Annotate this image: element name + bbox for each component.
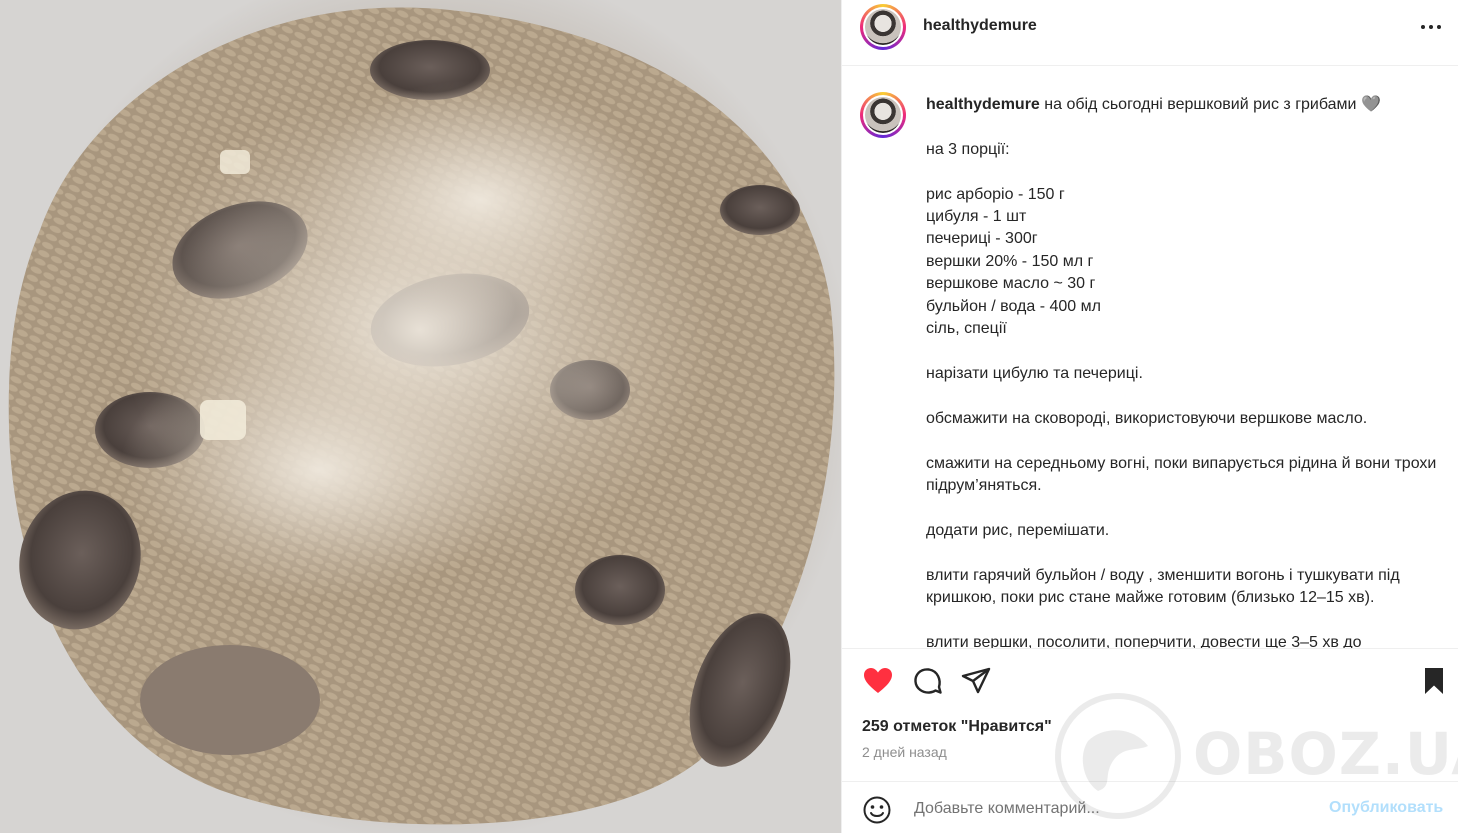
- more-options-icon[interactable]: [1416, 14, 1446, 40]
- post-header: healthydemure: [842, 0, 1458, 66]
- emoji-icon[interactable]: [862, 795, 892, 825]
- caption-body: на обід сьогодні вершковий рис з грибами…: [926, 96, 1437, 648]
- publish-button[interactable]: Опубликовать: [1329, 799, 1443, 817]
- author-avatar[interactable]: [860, 4, 906, 50]
- author-username[interactable]: healthydemure: [923, 17, 1037, 35]
- comment-icon[interactable]: [912, 665, 944, 697]
- post-panel: healthydemure healthydemure на обід сьог…: [841, 0, 1458, 833]
- caption-text: healthydemure на обід сьогодні вершковий…: [926, 94, 1446, 648]
- share-icon[interactable]: [960, 665, 992, 697]
- post-time[interactable]: 2 дней назад: [862, 744, 947, 760]
- likes-count[interactable]: 259 отметок "Нравится": [862, 718, 1052, 736]
- bookmark-icon[interactable]: [1418, 665, 1450, 697]
- post-image[interactable]: [0, 0, 841, 833]
- comment-bar: Опубликовать: [842, 781, 1458, 833]
- caption-area: healthydemure на обід сьогодні вершковий…: [842, 66, 1458, 648]
- caption-username[interactable]: healthydemure: [926, 96, 1040, 113]
- heart-filled-icon[interactable]: [862, 665, 894, 697]
- comment-input[interactable]: [912, 794, 1316, 824]
- caption-avatar[interactable]: [860, 92, 906, 138]
